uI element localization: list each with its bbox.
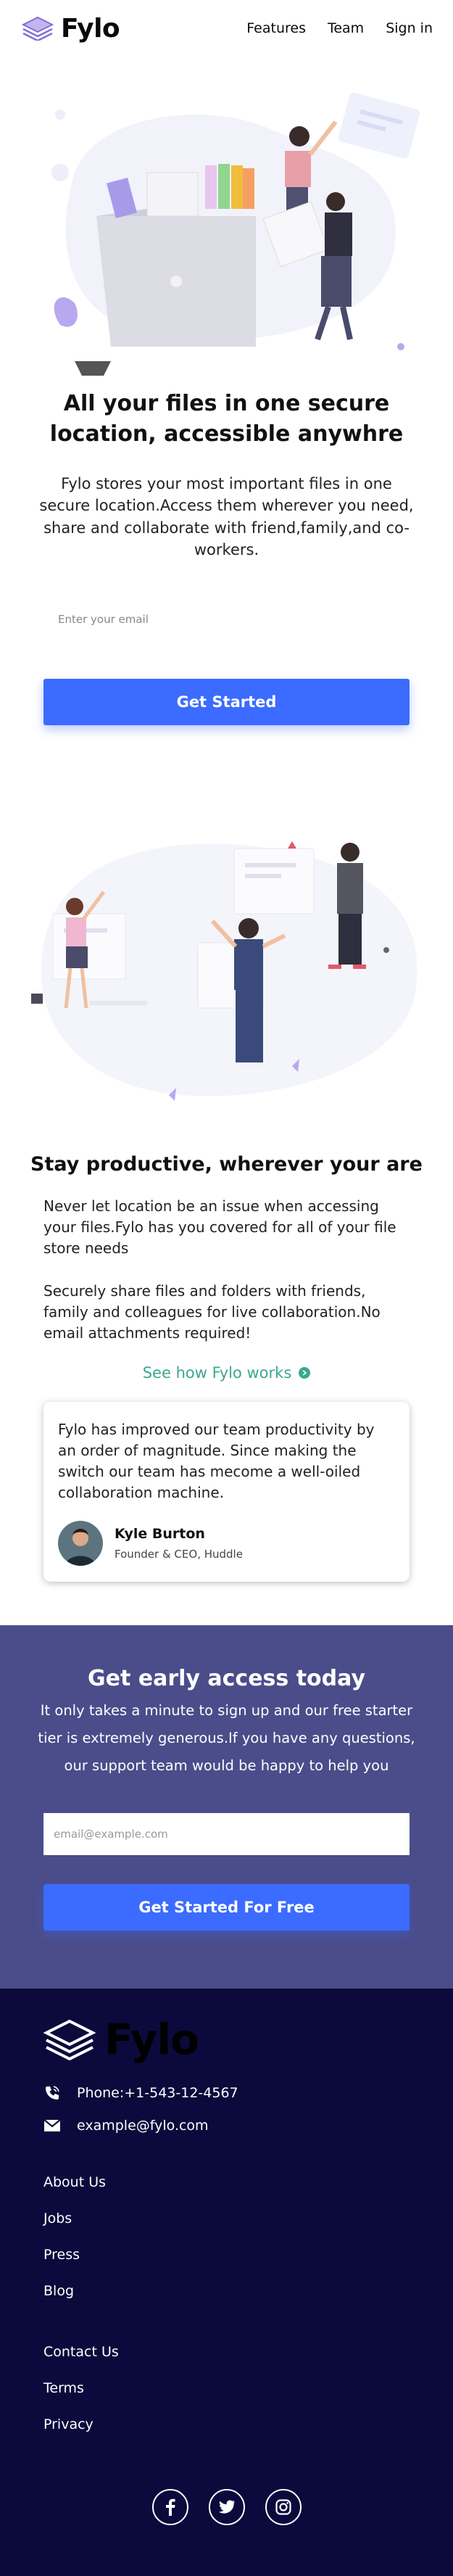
productive-title: Stay productive, wherever your are [30, 1152, 423, 1176]
footer: Fylo Phone:+1-543-12-4567 example@fylo.c… [0, 1988, 453, 2576]
testimonial-card: Fylo has improved our team productivity … [43, 1401, 410, 1582]
layers-icon [43, 2019, 96, 2060]
hero-illustration [0, 57, 453, 376]
instagram-icon[interactable] [265, 2488, 302, 2525]
nav-sign-in[interactable]: Sign in [386, 20, 433, 36]
productive-paragraph-1: Never let location be an issue when acce… [43, 1197, 396, 1257]
footer-link-jobs[interactable]: Jobs [43, 2210, 410, 2226]
testimonial-quote: Fylo has improved our team productivity … [58, 1420, 375, 1501]
footer-link-blog[interactable]: Blog [43, 2283, 410, 2299]
hero-cta-wrap: Get Started [0, 678, 453, 725]
footer-phone-text: Phone:+1-543-12-4567 [77, 2084, 238, 2101]
hero-title: All your files in one secure location, a… [49, 391, 404, 447]
see-how-fylo-works-link[interactable]: See how Fylo works [0, 1364, 453, 1382]
testimonial-author: Kyle Burton Founder & CEO, Huddle [58, 1520, 395, 1566]
footer-brand-name: Fylo [104, 2014, 199, 2064]
nav-features[interactable]: Features [246, 20, 306, 36]
early-cta-wrap: Get Started For Free [0, 1883, 453, 1931]
footer-link-privacy[interactable]: Privacy [43, 2416, 410, 2432]
social-links [43, 2488, 410, 2525]
arrow-right-icon [299, 1366, 311, 1379]
productive-illustration-art [30, 841, 417, 1101]
productive-illustration [0, 820, 453, 1131]
early-access-title: Get early access today [87, 1665, 366, 1691]
early-access-description: It only takes a minute to sign up and ou… [38, 1701, 415, 1774]
footer-link-about-us[interactable]: About Us [43, 2174, 410, 2190]
early-access-section: Get early access today It only takes a m… [0, 1625, 453, 1989]
avatar [58, 1520, 103, 1566]
nav-links: Features Team Sign in [246, 20, 433, 36]
footer-link-contact-us[interactable]: Contact Us [43, 2344, 410, 2360]
footer-email[interactable]: example@fylo.com [43, 2118, 410, 2134]
navbar: Fylo Features Team Sign in [0, 0, 453, 57]
facebook-icon[interactable] [151, 2488, 188, 2525]
hero-email-wrap [0, 597, 453, 641]
footer-link-press[interactable]: Press [43, 2247, 410, 2263]
hero-section: All your files in one secure location, a… [0, 57, 453, 725]
early-email-wrap [0, 1812, 453, 1855]
testimonial-role: Founder & CEO, Huddle [115, 1547, 243, 1561]
hero-email-input[interactable] [43, 597, 410, 641]
hero-illustration-art [51, 92, 420, 376]
footer-email-text: example@fylo.com [77, 2117, 209, 2134]
phone-icon [46, 2086, 59, 2100]
see-how-label: See how Fylo works [142, 1363, 292, 1382]
twitter-icon[interactable] [208, 2488, 245, 2525]
footer-links-group-2: Contact Us Terms Privacy [43, 2344, 410, 2432]
productive-section: Stay productive, wherever your are Never… [0, 820, 453, 1582]
brand-logo[interactable]: Fylo [22, 14, 120, 44]
early-email-input[interactable] [43, 1812, 410, 1855]
testimonial-name: Kyle Burton [115, 1525, 205, 1542]
brand-name: Fylo [61, 13, 120, 44]
footer-phone[interactable]: Phone:+1-543-12-4567 [43, 2084, 410, 2102]
get-started-button[interactable]: Get Started [43, 678, 410, 725]
layers-icon [22, 16, 54, 41]
mail-icon [43, 2118, 61, 2131]
footer-link-terms[interactable]: Terms [43, 2380, 410, 2396]
hero-description: Fylo stores your most important files in… [39, 475, 414, 559]
get-started-free-button[interactable]: Get Started For Free [43, 1883, 410, 1931]
productive-paragraph-2: Securely share files and folders with fr… [43, 1281, 381, 1342]
footer-brand[interactable]: Fylo [43, 2015, 410, 2064]
nav-team[interactable]: Team [328, 20, 364, 36]
footer-links-group-1: About Us Jobs Press Blog [43, 2174, 410, 2299]
